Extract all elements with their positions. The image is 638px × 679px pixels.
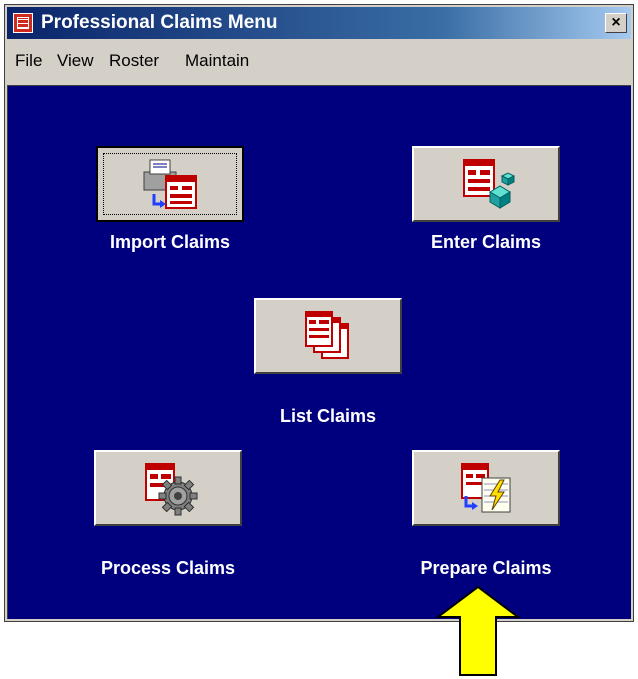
enter-claims-button[interactable] [412,146,560,222]
menu-bar: File View Roster Maintain [7,41,631,83]
title-bar[interactable]: Professional Claims Menu × [7,7,631,39]
import-claims-button[interactable] [96,146,244,222]
printer-form-icon [143,159,197,209]
menu-roster[interactable]: Roster [109,51,159,71]
prepare-claims-label[interactable]: Prepare Claims [376,558,596,579]
enter-claims-label[interactable]: Enter Claims [376,232,596,253]
stacked-forms-icon [305,311,349,359]
menu-file[interactable]: File [15,51,42,71]
form-cubes-icon [463,159,516,209]
list-claims-button[interactable] [254,298,402,374]
list-claims-label[interactable]: List Claims [218,406,438,427]
menu-view[interactable]: View [57,51,94,71]
prepare-claims-button[interactable] [412,450,560,526]
menu-maintain[interactable]: Maintain [185,51,249,71]
import-claims-label[interactable]: Import Claims [60,232,280,253]
close-button[interactable]: × [605,13,627,33]
annotation-arrow-icon [435,585,521,676]
app-form-icon [13,13,33,33]
form-notepad-icon [461,463,511,513]
process-claims-button[interactable] [94,450,242,526]
process-claims-label[interactable]: Process Claims [58,558,278,579]
form-gear-icon [145,463,198,516]
claims-menu-panel: Import Claims Enter Claims List Claims P… [7,85,631,619]
window-title: Professional Claims Menu [41,12,278,33]
professional-claims-window: Professional Claims Menu × File View Ros… [4,4,634,622]
